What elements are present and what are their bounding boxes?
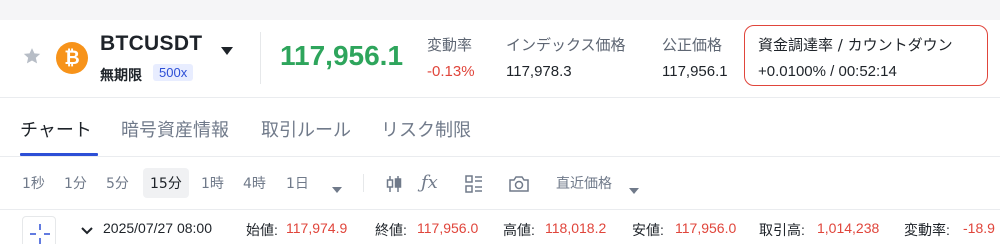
open-value: 117,974.9 bbox=[286, 220, 348, 236]
candlestick-icon[interactable] bbox=[384, 174, 404, 198]
high-value: 118,018.2 bbox=[545, 220, 607, 236]
change-value: -0.13% bbox=[427, 63, 475, 80]
candle-datetime: 2025/07/27 08:00 bbox=[103, 220, 212, 236]
tab-crypto-info[interactable]: 暗号資産情報 bbox=[121, 116, 229, 142]
ohlc-info-bar: 2025/07/27 08:00 始値: 117,974.9 終値: 117,9… bbox=[0, 212, 1000, 244]
tab-bar: チャート 暗号資産情報 取引ルール リスク制限 bbox=[0, 100, 1000, 156]
timeframe-1h[interactable]: 1時 bbox=[201, 173, 224, 193]
symbol-name[interactable]: BTCUSDT bbox=[100, 32, 202, 56]
timeframe-4h[interactable]: 4時 bbox=[243, 173, 266, 193]
change-label: 変動率 bbox=[427, 36, 473, 54]
chevron-down-icon[interactable] bbox=[80, 221, 94, 240]
divider bbox=[363, 174, 364, 192]
divider bbox=[0, 156, 1000, 157]
tab-risk-limit[interactable]: リスク制限 bbox=[381, 116, 471, 142]
close-value: 117,956.0 bbox=[417, 220, 479, 236]
price-type-select[interactable]: 直近価格 bbox=[556, 173, 612, 193]
layout-grid-icon[interactable] bbox=[464, 174, 484, 198]
camera-icon[interactable] bbox=[508, 174, 530, 198]
divider bbox=[0, 209, 1000, 210]
indicator-fx-icon[interactable]: ƒx bbox=[421, 172, 438, 193]
timeframe-1d[interactable]: 1日 bbox=[286, 173, 309, 193]
timeframe-5m[interactable]: 5分 bbox=[106, 173, 129, 193]
chart-toolbar: 1秒 1分 5分 15分 1時 4時 1日 ƒx 直近価格 bbox=[0, 158, 1000, 208]
chevron-down-icon[interactable] bbox=[628, 180, 640, 199]
change-rate-label: 変動率: bbox=[904, 222, 950, 238]
change-rate-value: -18.9 bbox=[963, 220, 995, 236]
low-label: 安値: bbox=[632, 222, 664, 238]
timeframe-15m[interactable]: 15分 bbox=[150, 173, 182, 193]
timeframe-1s[interactable]: 1秒 bbox=[22, 173, 45, 193]
top-strip bbox=[0, 0, 1000, 20]
divider bbox=[0, 97, 1000, 98]
fair-price-value: 117,956.1 bbox=[662, 63, 728, 80]
high-label: 高値: bbox=[503, 222, 535, 238]
last-price: 117,956.1 bbox=[280, 40, 404, 71]
timeframe-1m[interactable]: 1分 bbox=[64, 173, 87, 193]
tab-chart[interactable]: チャート bbox=[20, 116, 92, 142]
caret-down-icon[interactable] bbox=[218, 42, 236, 55]
open-label: 始値: bbox=[246, 222, 278, 238]
chevron-down-icon[interactable] bbox=[331, 179, 343, 198]
funding-label: 資金調達率 / カウントダウン bbox=[758, 36, 953, 54]
funding-value: +0.0100% / 00:52:14 bbox=[758, 63, 897, 80]
crosshair-tool-button[interactable] bbox=[22, 216, 56, 244]
volume-label: 取引高: bbox=[759, 222, 805, 238]
star-icon[interactable] bbox=[22, 46, 42, 66]
index-price-label: インデックス価格 bbox=[506, 36, 626, 54]
bitcoin-icon: ₿ bbox=[56, 42, 88, 74]
fair-price-label: 公正価格 bbox=[662, 36, 723, 54]
ticker-header: ₿ BTCUSDT 無期限 500x 117,956.1 変動率 -0.13% … bbox=[0, 20, 1000, 96]
close-label: 終値: bbox=[375, 222, 407, 238]
leverage-badge[interactable]: 500x bbox=[153, 64, 194, 81]
index-price-value: 117,978.3 bbox=[506, 63, 572, 80]
tab-trading-rules[interactable]: 取引ルール bbox=[261, 116, 351, 142]
divider bbox=[260, 32, 261, 84]
low-value: 117,956.0 bbox=[675, 220, 737, 236]
contract-type: 無期限 bbox=[100, 68, 142, 84]
volume-value: 1,014,238 bbox=[817, 220, 880, 236]
